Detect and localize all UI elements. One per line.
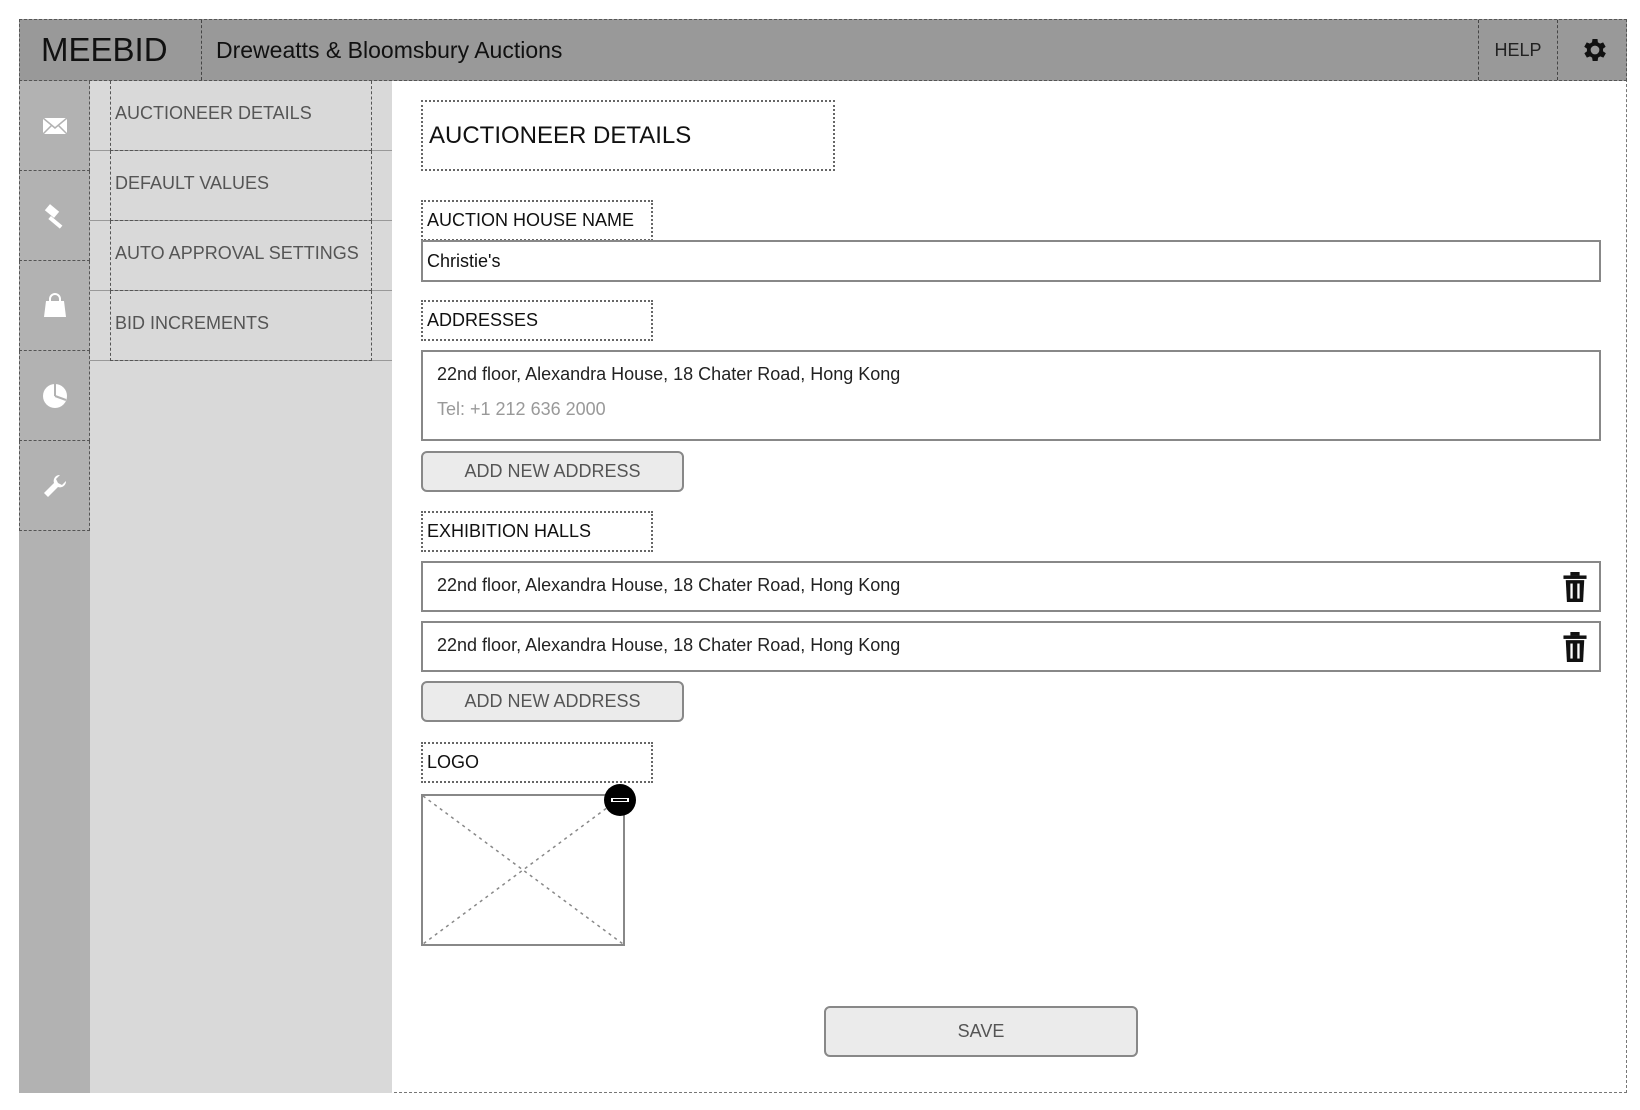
subnav-item-auto-approval-settings[interactable]: AUTO APPROVAL SETTINGS — [90, 221, 392, 291]
address-line: 22nd floor, Alexandra House, 18 Chater R… — [437, 364, 901, 384]
subnav-item-default-values[interactable]: DEFAULT VALUES — [90, 151, 392, 221]
exhibition-hall-address: 22nd floor, Alexandra House, 18 Chater R… — [437, 575, 901, 595]
exhibition-hall-row[interactable]: 22nd floor, Alexandra House, 18 Chater R… — [421, 561, 1601, 612]
auction-house-name-input[interactable]: Christie's — [421, 240, 1601, 282]
icon-sidebar — [19, 81, 90, 1093]
envelope-icon — [41, 116, 68, 135]
company-name: Dreweatts & Bloomsbury Auctions — [216, 36, 563, 63]
trash-icon[interactable] — [1561, 572, 1589, 602]
page-title: AUCTIONEER DETAILS — [421, 100, 835, 171]
auction-house-name-label: AUCTION HOUSE NAME — [421, 200, 653, 241]
address-entry[interactable]: 22nd floor, Alexandra House, 18 Chater R… — [421, 350, 1601, 441]
remove-logo-icon[interactable] — [604, 784, 636, 816]
exhibition-halls-label: EXHIBITION HALLS — [421, 511, 653, 552]
gavel-icon — [44, 203, 62, 229]
subnav-item-label: BID INCREMENTS — [110, 291, 372, 361]
add-exhibition-hall-button[interactable]: ADD NEW ADDRESS — [421, 681, 684, 722]
sidebar-settings-button[interactable] — [19, 441, 90, 531]
sidebar-mail-button[interactable] — [19, 81, 90, 171]
address-phone: Tel: +1 212 636 2000 — [437, 399, 606, 419]
exhibition-hall-address: 22nd floor, Alexandra House, 18 Chater R… — [437, 635, 901, 655]
image-placeholder-icon — [422, 795, 624, 945]
sidebar-auctions-button[interactable] — [19, 171, 90, 261]
brand-logo-text: MEEBID — [20, 20, 202, 80]
add-address-button[interactable]: ADD NEW ADDRESS — [421, 451, 684, 492]
shopping-bag-icon — [43, 292, 66, 317]
subnav-item-auctioneer-details[interactable]: AUCTIONEER DETAILS — [90, 81, 392, 151]
settings-subnav: AUCTIONEER DETAILS DEFAULT VALUES AUTO A… — [90, 81, 392, 1093]
subnav-item-label: DEFAULT VALUES — [110, 151, 372, 221]
addresses-label: ADDRESSES — [421, 300, 653, 341]
subnav-item-label: AUCTIONEER DETAILS — [110, 81, 372, 151]
gear-icon[interactable] — [1580, 35, 1610, 65]
help-button[interactable]: HELP — [1478, 20, 1558, 80]
top-header: MEEBID Dreweatts & Bloomsbury Auctions H… — [19, 19, 1627, 81]
subnav-item-label: AUTO APPROVAL SETTINGS — [110, 221, 372, 291]
subnav-item-bid-increments[interactable]: BID INCREMENTS — [90, 291, 392, 361]
sidebar-reports-button[interactable] — [19, 351, 90, 441]
pie-chart-icon — [42, 383, 67, 408]
logo-image-placeholder[interactable] — [421, 794, 625, 946]
trash-icon[interactable] — [1561, 632, 1589, 662]
logo-label: LOGO — [421, 742, 653, 783]
sidebar-shop-button[interactable] — [19, 261, 90, 351]
exhibition-hall-row[interactable]: 22nd floor, Alexandra House, 18 Chater R… — [421, 621, 1601, 672]
save-button[interactable]: SAVE — [824, 1006, 1138, 1057]
wrench-icon — [43, 474, 66, 497]
